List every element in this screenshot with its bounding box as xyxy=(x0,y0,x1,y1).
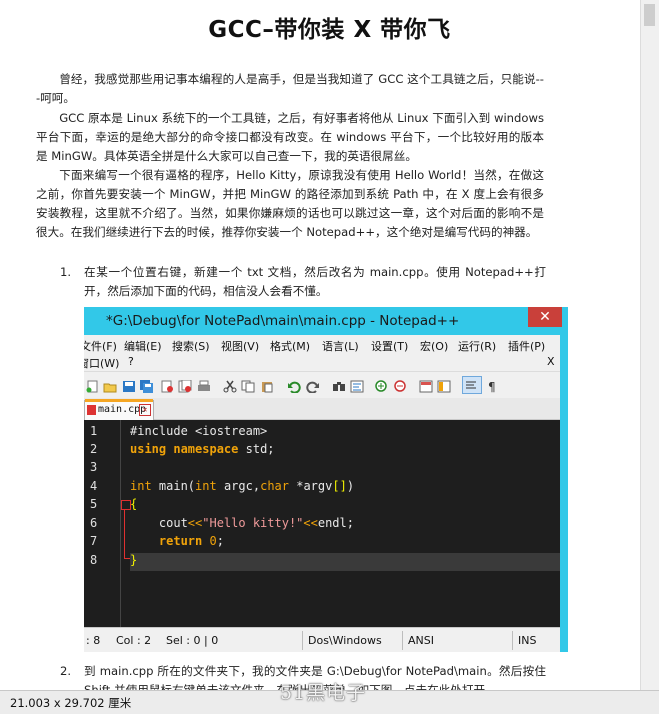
show-all-characters-icon[interactable]: ¶ xyxy=(485,378,499,394)
status-divider xyxy=(302,631,303,650)
close-file-icon[interactable] xyxy=(160,378,174,393)
line-number: 7 xyxy=(90,534,98,548)
notepad-window-screenshot: *G:\Debug\for NotePad\main\main.cpp - No… xyxy=(84,307,568,652)
save-all-icon[interactable] xyxy=(140,378,154,393)
line-number: 2 xyxy=(90,442,98,456)
code-line: { xyxy=(130,497,138,511)
status-divider xyxy=(512,631,513,650)
status-encoding: ANSI xyxy=(408,634,434,647)
notepad-titlebar: *G:\Debug\for NotePad\main\main.cpp - No… xyxy=(84,307,568,335)
list-item-number: 1. xyxy=(60,265,72,279)
code-line: int main(int argc,char *argv[]) xyxy=(130,479,355,493)
paste-icon[interactable] xyxy=(260,378,274,393)
copy-icon[interactable] xyxy=(241,378,255,393)
svg-text:¶: ¶ xyxy=(488,380,496,393)
keyword-int: int xyxy=(195,479,217,493)
paragraph-intro: 曾经，我感觉那些用记事本编程的人是高手，但是当我知道了 GCC 这个工具链之后，… xyxy=(36,72,544,105)
code-editor[interactable]: 1 2 3 4 5 6 7 8 #include <iostream> usin… xyxy=(84,420,560,627)
scrollbar-thumb[interactable] xyxy=(644,4,655,26)
menu-format[interactable]: 格式(M) xyxy=(270,338,310,354)
code-line: using namespace std; xyxy=(130,442,275,456)
menu-view[interactable]: 视图(V) xyxy=(221,338,259,354)
paragraph-gcc: GCC 原本是 Linux 系统下的一个工具链，之后，有好事者将他从 Linux… xyxy=(36,111,544,163)
keyword-char: char xyxy=(260,479,289,493)
code-line: #include <iostream> xyxy=(130,424,267,438)
zoom-in-icon[interactable] xyxy=(375,378,389,392)
find-icon[interactable] xyxy=(332,378,346,391)
word-wrap-icon[interactable] xyxy=(462,376,482,394)
menu-plugins[interactable]: 插件(P) xyxy=(508,338,545,354)
cut-icon[interactable] xyxy=(223,378,237,393)
vertical-scrollbar[interactable] xyxy=(640,0,659,690)
line-number: 4 xyxy=(90,479,98,493)
zoom-out-icon[interactable] xyxy=(394,378,408,392)
watermark-text: 51黑电子 xyxy=(280,682,367,704)
unsaved-file-icon xyxy=(87,405,96,415)
notepad-window-title: *G:\Debug\for NotePad\main\main.cpp - No… xyxy=(106,313,460,329)
document-page: GCC–带你装 X 带你飞 曾经，我感觉那些用记事本编程的人是高手，但是当我知道… xyxy=(0,0,659,714)
menu-settings[interactable]: 设置(T) xyxy=(371,338,408,354)
fold-line xyxy=(124,506,125,559)
line-number: 3 xyxy=(90,460,98,474)
menu-window[interactable]: 窗口(W) xyxy=(84,355,119,371)
save-icon[interactable] xyxy=(122,378,136,392)
code-line: return 0; xyxy=(158,534,224,548)
code-text: #include <iostream> xyxy=(130,424,268,438)
keyword-return: return xyxy=(158,534,203,548)
menu-edit[interactable]: 编辑(E) xyxy=(124,338,162,354)
line-number-gutter: 1 2 3 4 5 6 7 8 xyxy=(84,420,121,627)
list-item-text: 在某一个位置右键，新建一个 txt 文档，然后改名为 main.cpp。使用 N… xyxy=(84,265,546,298)
close-all-icon[interactable] xyxy=(178,378,192,393)
tab-close-icon[interactable]: ✕ xyxy=(139,404,151,416)
status-column: Col : 2 xyxy=(116,634,152,647)
close-document-button[interactable]: X xyxy=(547,355,555,368)
status-insert-mode: INS xyxy=(518,634,537,647)
code-line: cout<<"Hello kitty!"<<endl; xyxy=(130,516,354,530)
line-number: 5 xyxy=(90,497,98,511)
menu-file[interactable]: 文件(F) xyxy=(84,338,117,354)
current-line-highlight xyxy=(130,553,560,571)
sync-horizontal-icon[interactable] xyxy=(437,378,451,393)
notepad-menubar: 文件(F) 编辑(E) 搜索(S) 视图(V) 格式(M) 语言(L) 设置(T… xyxy=(84,335,560,371)
replace-icon[interactable] xyxy=(350,378,364,393)
menu-macro[interactable]: 宏(O) xyxy=(420,338,448,354)
document-title: GCC–带你装 X 带你飞 xyxy=(208,17,451,43)
menu-language[interactable]: 语言(L) xyxy=(322,338,359,354)
undo-icon[interactable] xyxy=(287,378,301,394)
keyword-using: using xyxy=(130,442,167,456)
menu-help[interactable]: ? xyxy=(128,355,134,368)
status-divider xyxy=(402,631,403,650)
code-line: } xyxy=(130,553,138,567)
keyword-namespace: namespace xyxy=(173,442,239,456)
redo-icon[interactable] xyxy=(306,378,320,394)
menu-search[interactable]: 搜索(S) xyxy=(172,338,210,354)
line-number: 6 xyxy=(90,516,98,530)
list-item-number: 2. xyxy=(60,664,72,678)
status-lines: : 8 xyxy=(86,634,101,647)
line-number: 1 xyxy=(90,424,98,438)
tab-main-cpp[interactable]: main.cpp ✕ xyxy=(84,399,154,420)
sync-vertical-icon[interactable] xyxy=(419,378,433,393)
notepad-toolbar: ¶ xyxy=(84,371,560,399)
keyword-int: int xyxy=(130,479,152,493)
paragraph-hello-kitty: 下面来编写一个很有逼格的程序，Hello Kitty，原谅我没有使用 Hello… xyxy=(36,168,544,239)
document-tabs: main.cpp ✕ xyxy=(84,398,560,420)
notepad-statusbar: : 8 Col : 2 Sel : 0 | 0 Dos\Windows ANSI… xyxy=(84,627,560,652)
line-number: 8 xyxy=(90,553,98,567)
page-size-readout: 21.003 x 29.702 厘米 xyxy=(10,696,132,710)
print-icon[interactable] xyxy=(197,378,211,391)
open-file-icon[interactable] xyxy=(103,378,117,393)
status-selection: Sel : 0 | 0 xyxy=(166,634,219,647)
active-tab-indicator xyxy=(85,399,153,402)
list-item: 1. 在某一个位置右键，新建一个 txt 文档，然后改名为 main.cpp。使… xyxy=(60,263,546,303)
new-file-icon[interactable] xyxy=(86,378,100,393)
notepad-client-area: 文件(F) 编辑(E) 搜索(S) 视图(V) 格式(M) 语言(L) 设置(T… xyxy=(84,335,560,652)
status-eol: Dos\Windows xyxy=(308,634,382,647)
close-button[interactable]: ✕ xyxy=(528,307,562,327)
menu-run[interactable]: 运行(R) xyxy=(458,338,496,354)
